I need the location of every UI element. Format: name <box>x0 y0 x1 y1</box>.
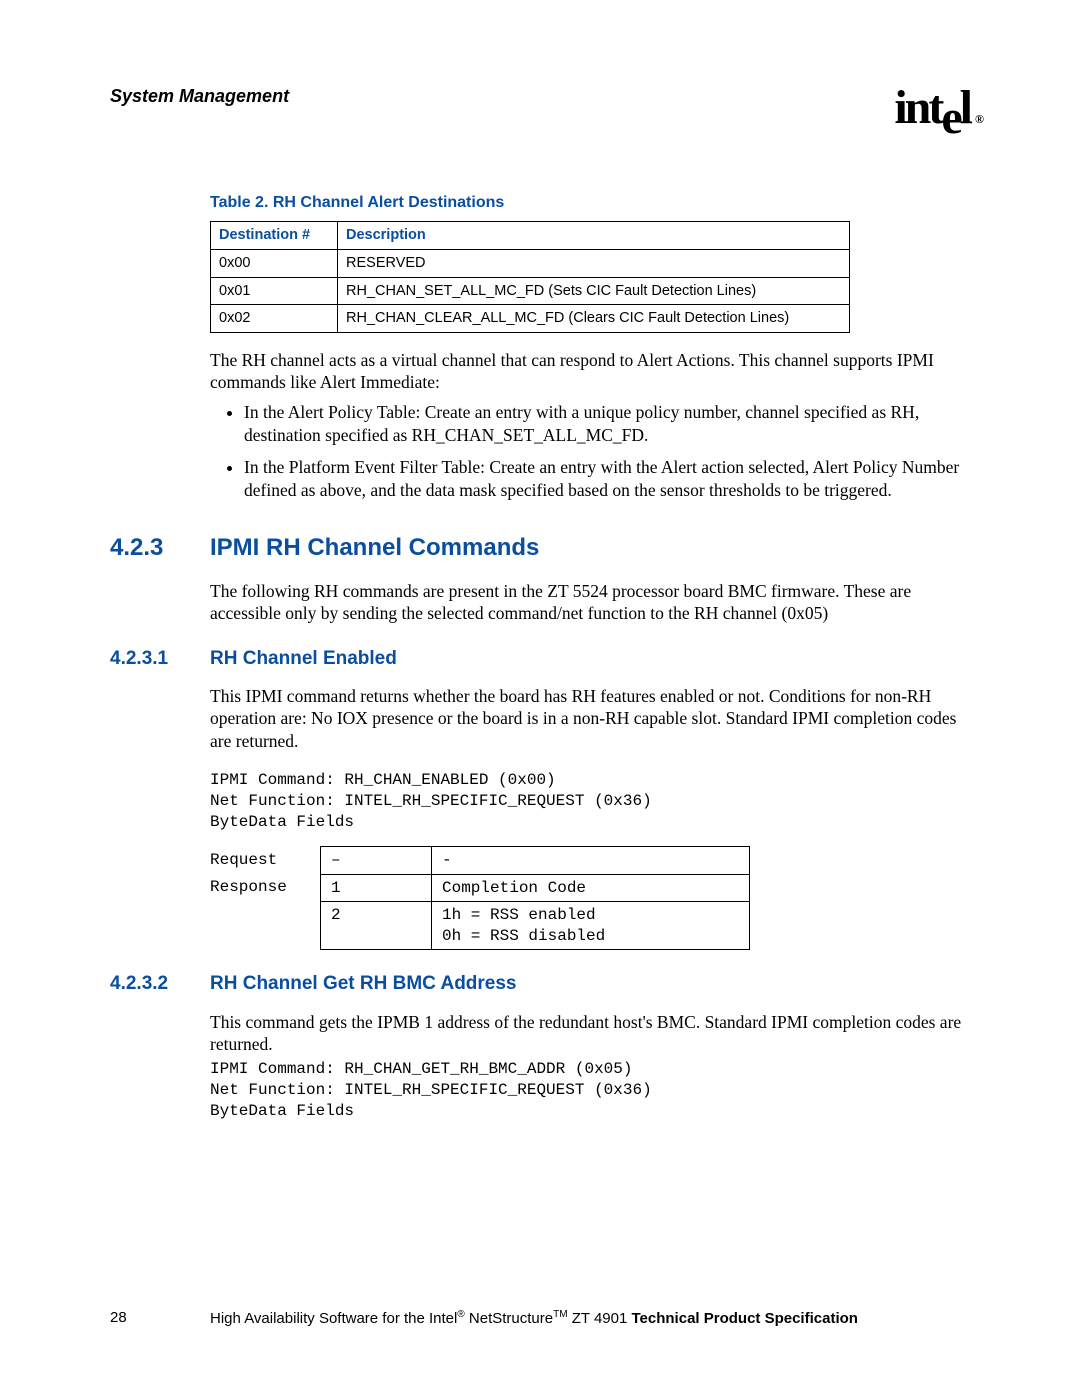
table2-col-description: Description <box>338 222 850 250</box>
para-4-2-3-2: This command gets the IPMB 1 address of … <box>210 1011 970 1056</box>
running-head: System Management <box>110 86 289 107</box>
list-item: In the Platform Event Filter Table: Crea… <box>244 456 970 501</box>
page-header: System Management intel® <box>110 80 970 135</box>
section-4-2-3-heading: 4.2.3 IPMI RH Channel Commands <box>110 533 970 564</box>
page-number: 28 <box>110 1309 210 1327</box>
table-row: 0x00 RESERVED <box>211 250 850 278</box>
section-4-2-3-1-heading: 4.2.3.1 RH Channel Enabled <box>110 647 970 671</box>
bullet-list: In the Alert Policy Table: Create an ent… <box>226 401 970 501</box>
table2-rh-channel-alert-destinations: Destination # Description 0x00 RESERVED … <box>210 221 850 332</box>
list-item: In the Alert Policy Table: Create an ent… <box>244 401 970 446</box>
section-4-2-3-2-heading: 4.2.3.2 RH Channel Get RH BMC Address <box>110 972 970 996</box>
para-4-2-3: The following RH commands are present in… <box>210 580 970 625</box>
para-4-2-3-1: This IPMI command returns whether the bo… <box>210 685 970 752</box>
bytedata-table: Request – - Response 1 Completion Code 2… <box>210 846 750 950</box>
code-block-rh-chan-get-bmc: IPMI Command: RH_CHAN_GET_RH_BMC_ADDR (0… <box>210 1059 970 1121</box>
footer-text: High Availability Software for the Intel… <box>210 1309 970 1327</box>
page-footer: 28 High Availability Software for the In… <box>110 1309 970 1327</box>
code-block-rh-chan-enabled: IPMI Command: RH_CHAN_ENABLED (0x00) Net… <box>210 770 970 832</box>
table2-caption: Table 2. RH Channel Alert Destinations <box>210 193 970 213</box>
table-row: Request – - <box>210 847 750 874</box>
table-row: 2 1h = RSS enabled 0h = RSS disabled <box>210 902 750 950</box>
table-row: 0x01 RH_CHAN_SET_ALL_MC_FD (Sets CIC Fau… <box>211 277 850 305</box>
table2-col-destination: Destination # <box>211 222 338 250</box>
table-row: 0x02 RH_CHAN_CLEAR_ALL_MC_FD (Clears CIC… <box>211 305 850 333</box>
para-rh-channel-intro: The RH channel acts as a virtual channel… <box>210 349 970 394</box>
intel-logo: intel® <box>894 80 970 135</box>
table-row: Response 1 Completion Code <box>210 874 750 901</box>
